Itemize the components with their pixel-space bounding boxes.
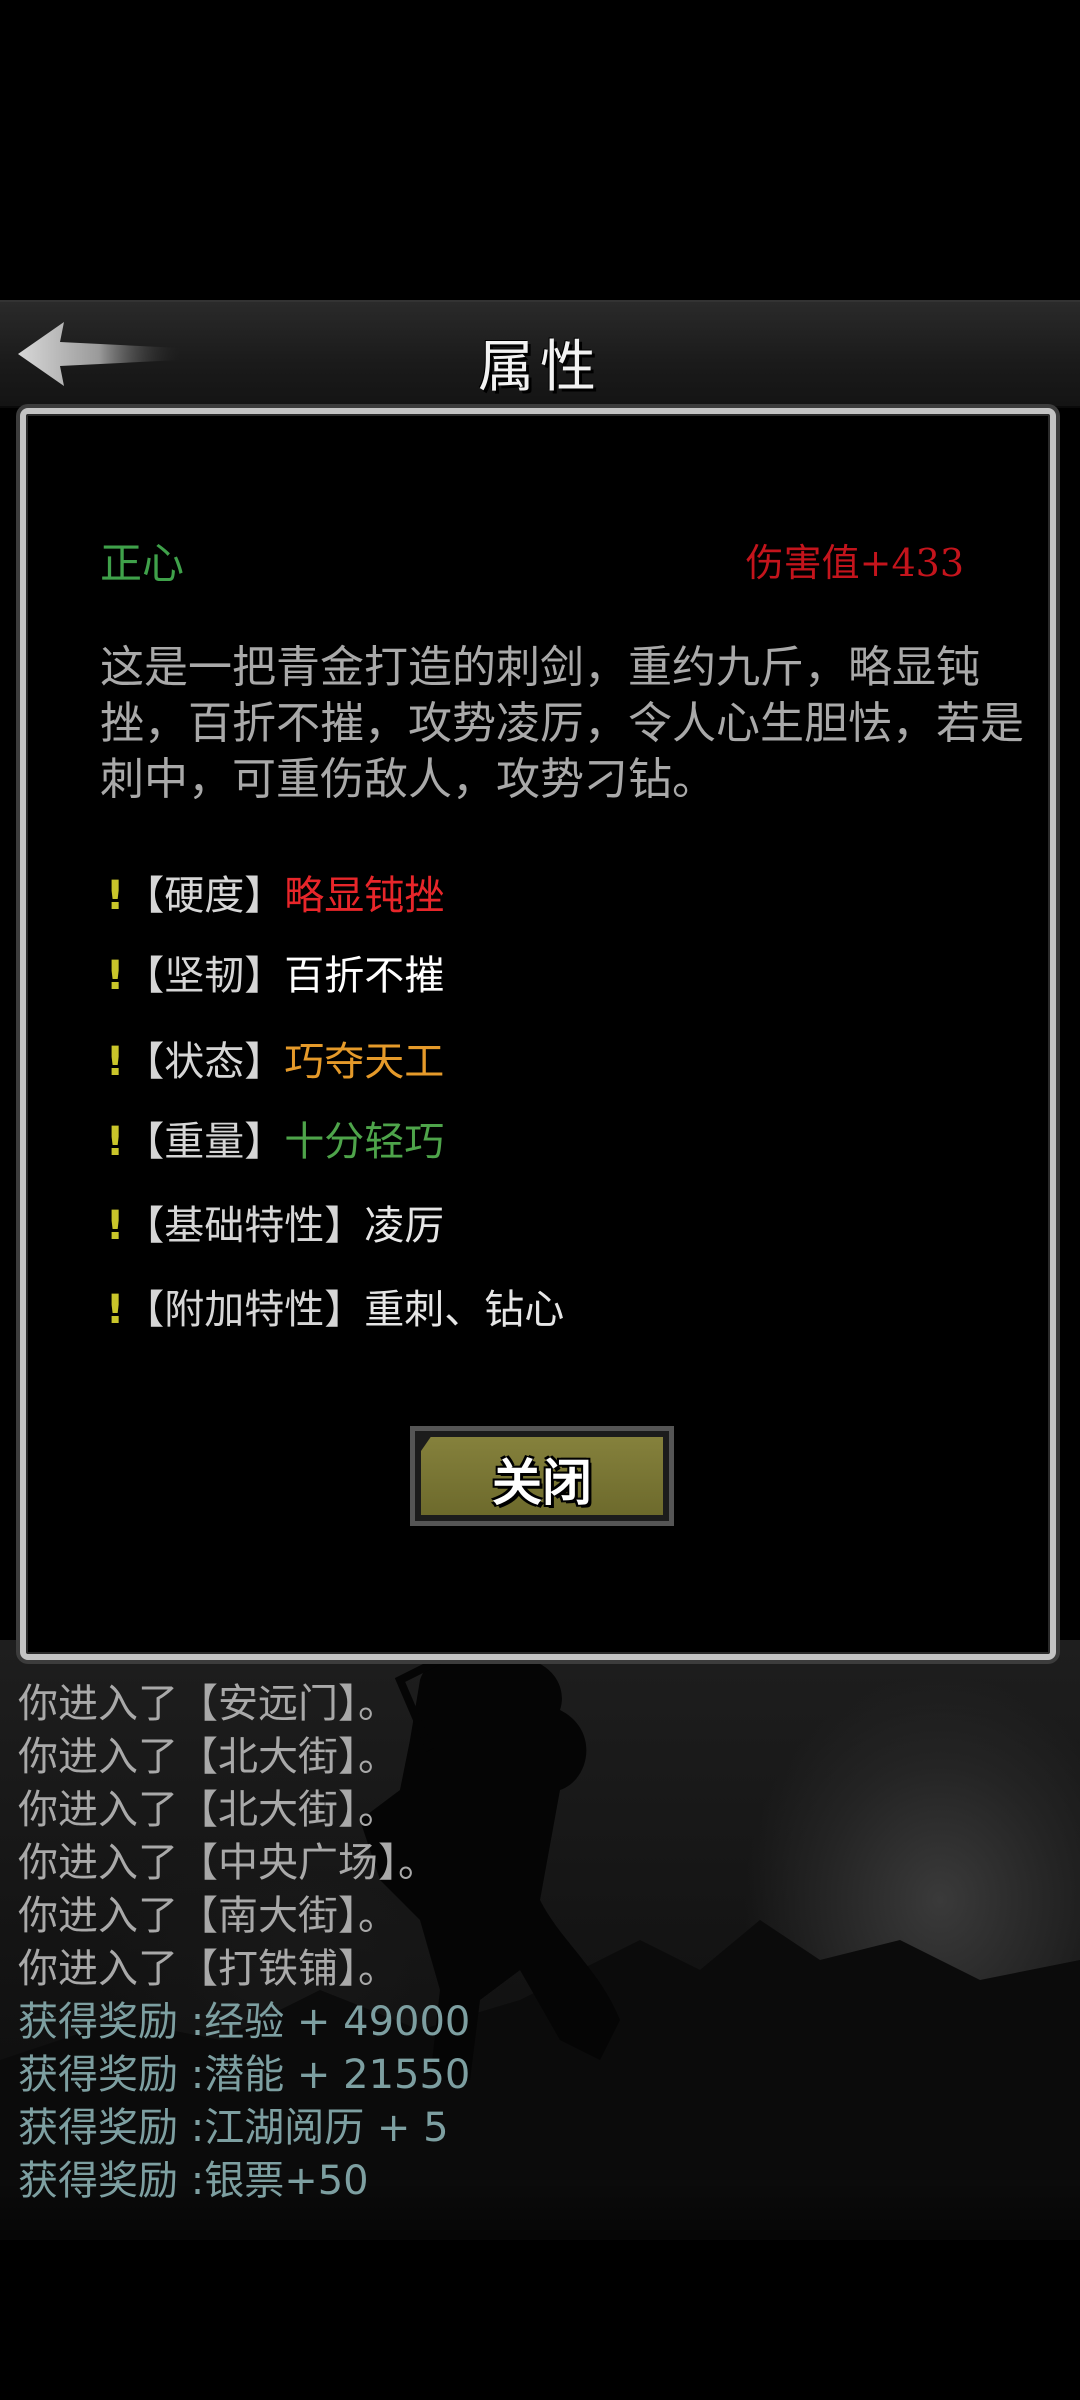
bottom-fade bbox=[0, 2180, 1080, 2400]
log-line: 获得奖励 :潜能 + 21550 bbox=[18, 2052, 471, 2098]
attribute-label: 【重量】 bbox=[124, 1119, 285, 1165]
item-description: 这是一把青金打造的刺剑，重约九斤，略显钝挫，百折不摧，攻势凌厉，令人心生胆怯，若… bbox=[100, 642, 1024, 805]
log-line: 获得奖励 :江湖阅历 + 5 bbox=[18, 2105, 449, 2151]
attribute-label: 【基础特性】 bbox=[124, 1203, 365, 1249]
exclamation-icon: ! bbox=[106, 1119, 125, 1165]
log-line: 你进入了【北大街】。 bbox=[18, 1734, 398, 1780]
title-bar: 属性 bbox=[0, 300, 1080, 408]
log-line: 你进入了【南大街】。 bbox=[18, 1893, 398, 1939]
attribute-label: 【状态】 bbox=[124, 1039, 285, 1085]
page-title: 属性 bbox=[478, 335, 602, 400]
item-name: 正心 bbox=[100, 539, 185, 588]
attribute-label: 【附加特性】 bbox=[124, 1287, 365, 1333]
close-button[interactable]: 关闭 bbox=[410, 1426, 674, 1526]
log-line: 你进入了【北大街】。 bbox=[18, 1787, 398, 1833]
message-log: 你进入了【安远门】。 你进入了【北大街】。 你进入了【北大街】。 你进入了【中央… bbox=[18, 1678, 470, 2208]
log-line: 你进入了【安远门】。 bbox=[18, 1681, 398, 1727]
attribute-row-toughness: !【坚韧】百折不摧 bbox=[106, 950, 444, 1002]
exclamation-icon: ! bbox=[106, 953, 125, 999]
close-button-label: 关闭 bbox=[492, 1454, 592, 1512]
exclamation-icon: ! bbox=[106, 1039, 125, 1085]
attribute-row-base-trait: !【基础特性】凌厉 bbox=[106, 1200, 444, 1252]
item-attribute-dialog: 正心 伤害值+433 这是一把青金打造的刺剑，重约九斤，略显钝挫，百折不摧，攻势… bbox=[20, 408, 1056, 1660]
exclamation-icon: ! bbox=[106, 1287, 125, 1333]
attribute-label: 【坚韧】 bbox=[124, 953, 285, 999]
attribute-value: 百折不摧 bbox=[284, 953, 445, 999]
attribute-row-condition: !【状态】巧夺天工 bbox=[106, 1036, 444, 1088]
log-line: 你进入了【中央广场】。 bbox=[18, 1840, 438, 1886]
log-line: 获得奖励 :银票+50 bbox=[18, 2158, 369, 2204]
log-line: 获得奖励 :经验 + 49000 bbox=[18, 1999, 471, 2045]
attribute-value: 重刺、钻心 bbox=[364, 1287, 565, 1333]
attribute-row-extra-trait: !【附加特性】重刺、钻心 bbox=[106, 1284, 564, 1336]
attribute-value: 十分轻巧 bbox=[284, 1119, 445, 1165]
attribute-row-weight: !【重量】十分轻巧 bbox=[106, 1116, 444, 1168]
log-line: 你进入了【打铁铺】。 bbox=[18, 1946, 398, 1992]
attribute-label: 【硬度】 bbox=[124, 873, 285, 919]
attribute-row-hardness: !【硬度】略显钝挫 bbox=[106, 870, 444, 922]
attribute-value: 凌厉 bbox=[364, 1203, 445, 1249]
exclamation-icon: ! bbox=[106, 1203, 125, 1249]
damage-value: 伤害值+433 bbox=[745, 541, 964, 585]
exclamation-icon: ! bbox=[106, 873, 125, 919]
attribute-value: 巧夺天工 bbox=[284, 1039, 445, 1085]
attribute-value: 略显钝挫 bbox=[284, 873, 445, 919]
